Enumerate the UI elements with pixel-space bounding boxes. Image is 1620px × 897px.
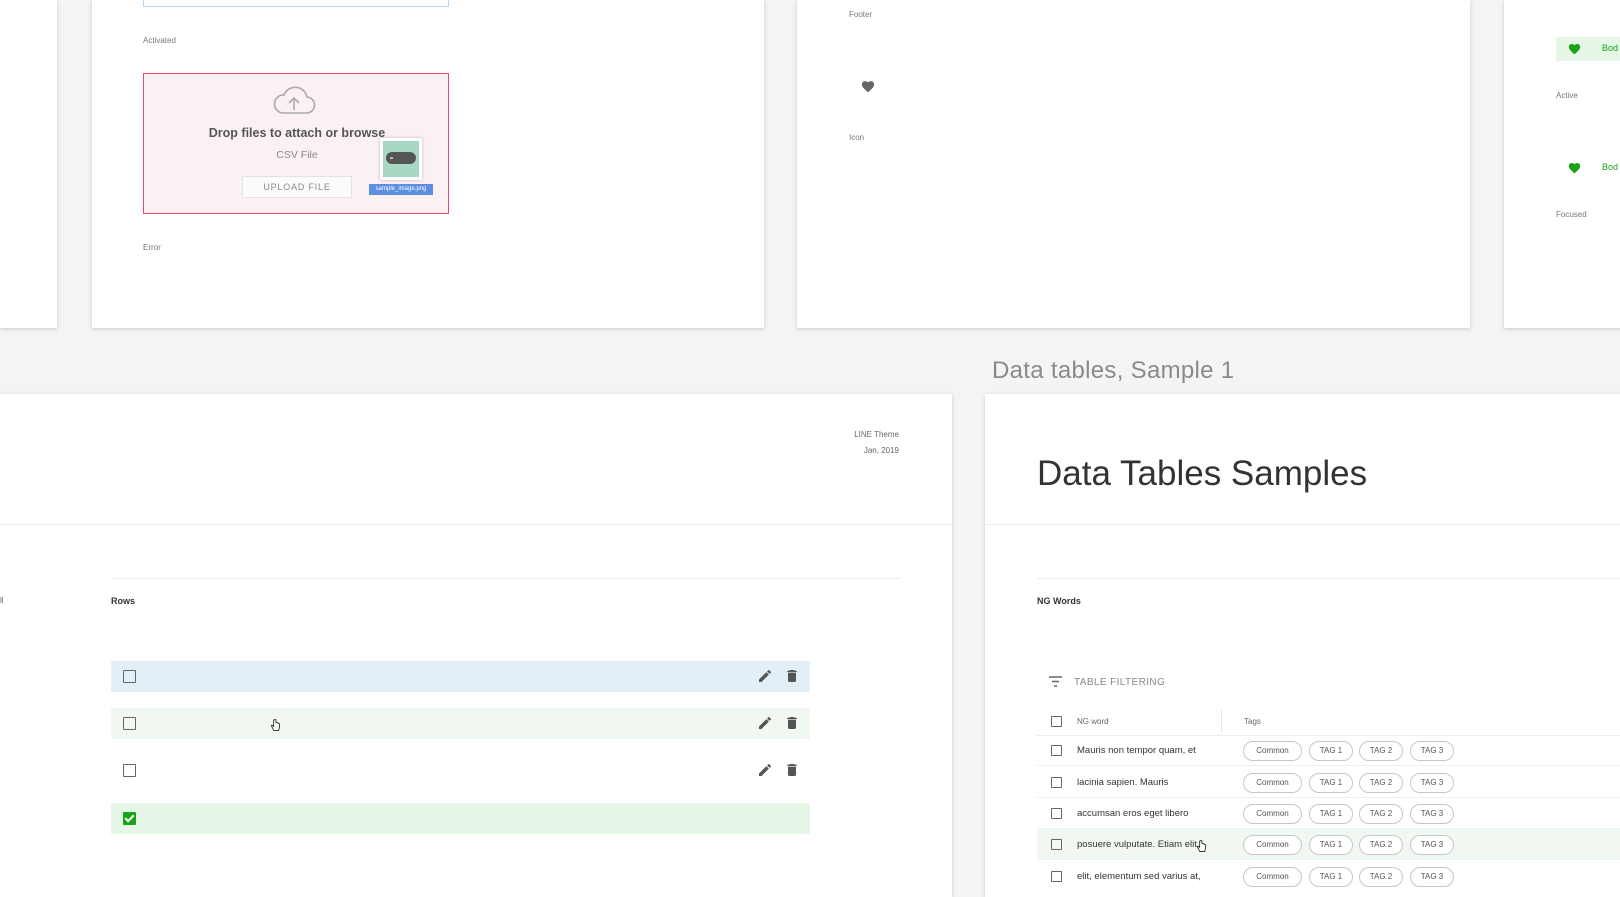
table-row-checked[interactable] <box>111 803 810 834</box>
row-checkbox[interactable] <box>1051 745 1062 756</box>
tag-chip-common[interactable]: Common <box>1243 741 1302 761</box>
tag-chip-tag1[interactable]: TAG 1 <box>1309 804 1353 824</box>
tag-chip-tag3[interactable]: TAG 3 <box>1410 867 1454 887</box>
page-title: Data Tables Samples <box>1037 454 1368 493</box>
row-checkbox[interactable] <box>123 670 136 683</box>
delete-icon[interactable] <box>784 715 800 731</box>
table-row-default[interactable] <box>111 755 810 786</box>
tag-chip-tag3[interactable]: TAG 3 <box>1410 804 1454 824</box>
select-all-checkbox[interactable] <box>1051 716 1062 727</box>
activated-label: Activated <box>143 36 176 45</box>
artboard-list-items-partial: Bod Active Bod Focused <box>1504 0 1620 328</box>
date-label: Jan, 2019 <box>863 446 899 455</box>
text-input-activated[interactable] <box>143 0 449 7</box>
theme-label: LINE Theme <box>854 430 899 439</box>
focused-label: Focused <box>1556 210 1587 219</box>
dragged-filename: sample_image.png <box>369 184 433 195</box>
tag-chip-tag1[interactable]: TAG 1 <box>1309 867 1353 887</box>
table-row[interactable]: lacinia sapien. Mauris Common TAG 1 TAG … <box>1037 767 1620 798</box>
row-checkbox-checked[interactable] <box>123 812 136 825</box>
icon-label: Icon <box>849 133 865 142</box>
row-checkbox[interactable] <box>1051 777 1062 788</box>
delete-icon[interactable] <box>784 668 800 684</box>
tag-chip-tag2[interactable]: TAG 2 <box>1359 867 1403 887</box>
list-item-focused[interactable]: Bod <box>1556 156 1620 180</box>
column-header-tags[interactable]: Tags <box>1244 717 1261 726</box>
tag-chip-common[interactable]: Common <box>1243 867 1302 887</box>
table-row[interactable]: accumsan eros eget libero Common TAG 1 T… <box>1037 798 1620 829</box>
table-filter-label[interactable]: TABLE FILTERING <box>1074 677 1165 688</box>
cloud-upload-icon <box>273 86 316 114</box>
table-row[interactable]: elit, elementum sed varius at, Common TA… <box>1037 861 1620 892</box>
tag-chip-common[interactable]: Common <box>1243 804 1302 824</box>
table-row-hover[interactable] <box>111 708 810 739</box>
heart-icon <box>1568 44 1581 55</box>
delete-icon[interactable] <box>784 762 800 778</box>
footer-label: Footer <box>849 10 873 19</box>
filter-icon[interactable] <box>1049 676 1062 687</box>
table-row-hover[interactable]: posuere vulputate. Etiam elit, Common TA… <box>1037 829 1620 860</box>
tag-chip-tag2[interactable]: TAG 2 <box>1359 741 1403 761</box>
table-header-row: NG word Tags <box>1037 708 1620 736</box>
artboard-table-rows: LINE Theme Jan, 2019 ll Rows <box>0 394 952 897</box>
list-item-active[interactable]: Bod <box>1556 37 1620 61</box>
tag-chip-tag2[interactable]: TAG 2 <box>1359 804 1403 824</box>
heart-icon[interactable] <box>861 80 875 93</box>
column-divider <box>1221 710 1222 732</box>
ng-word-cell: accumsan eros eget libero <box>1077 808 1189 819</box>
tag-chip-tag3[interactable]: TAG 3 <box>1410 741 1454 761</box>
row-checkbox[interactable] <box>123 717 136 730</box>
tag-chip-tag1[interactable]: TAG 1 <box>1309 773 1353 793</box>
tag-chip-tag2[interactable]: TAG 2 <box>1359 773 1403 793</box>
row-checkbox[interactable] <box>1051 871 1062 882</box>
active-label: Active <box>1556 91 1578 100</box>
dragged-file-thumbnail[interactable] <box>380 138 422 180</box>
table-row-selected[interactable] <box>111 661 810 692</box>
tag-chip-tag1[interactable]: TAG 1 <box>1309 741 1353 761</box>
row-checkbox[interactable] <box>123 764 136 777</box>
section-divider <box>111 578 900 579</box>
upload-file-button[interactable]: UPLOAD FILE <box>242 176 352 198</box>
table-row[interactable]: Mauris non tempor quam, et Common TAG 1 … <box>1037 735 1620 766</box>
artboard-heart-icon: Footer Icon <box>797 0 1470 328</box>
ng-word-cell: posuere vulputate. Etiam elit, <box>1077 839 1200 850</box>
tag-chip-tag3[interactable]: TAG 3 <box>1410 773 1454 793</box>
ng-word-cell: Mauris non tempor quam, et <box>1077 745 1196 756</box>
edit-icon[interactable] <box>757 668 773 684</box>
image-preview <box>383 141 419 177</box>
list-item-text: Bod <box>1602 43 1619 53</box>
left-edge-label: ll <box>0 596 4 605</box>
rows-label: Rows <box>111 596 136 606</box>
file-dropzone[interactable]: Drop files to attach or browse CSV File … <box>143 73 449 214</box>
column-header-ng-word[interactable]: NG word <box>1077 717 1109 726</box>
tag-chip-tag1[interactable]: TAG 1 <box>1309 835 1353 855</box>
row-checkbox[interactable] <box>1051 808 1062 819</box>
tag-chip-tag2[interactable]: TAG 2 <box>1359 835 1403 855</box>
header-divider <box>0 524 952 525</box>
heart-icon <box>1568 163 1581 174</box>
header-divider <box>985 524 1620 525</box>
tag-chip-tag3[interactable]: TAG 3 <box>1410 835 1454 855</box>
edit-icon[interactable] <box>757 715 773 731</box>
hand-cursor-icon <box>1196 840 1207 852</box>
tag-chip-common[interactable]: Common <box>1243 773 1302 793</box>
error-label: Error <box>143 243 161 252</box>
tag-chip-common[interactable]: Common <box>1243 835 1302 855</box>
section-divider <box>1037 578 1620 579</box>
artboard-section-title: Data tables, Sample 1 <box>992 357 1235 384</box>
hand-cursor-icon <box>270 719 281 731</box>
toggle-graphic <box>386 152 416 164</box>
ng-word-cell: elit, elementum sed varius at, <box>1077 871 1201 882</box>
edit-icon[interactable] <box>757 762 773 778</box>
artboard-left-edge <box>0 0 57 328</box>
list-item-text: Bod <box>1602 162 1619 172</box>
ng-word-cell: lacinia sapien. Mauris <box>1077 777 1169 788</box>
artboard-file-upload: Activated Drop files to attach or browse… <box>92 0 764 328</box>
row-checkbox[interactable] <box>1051 839 1062 850</box>
section-label: NG Words <box>1037 596 1081 606</box>
